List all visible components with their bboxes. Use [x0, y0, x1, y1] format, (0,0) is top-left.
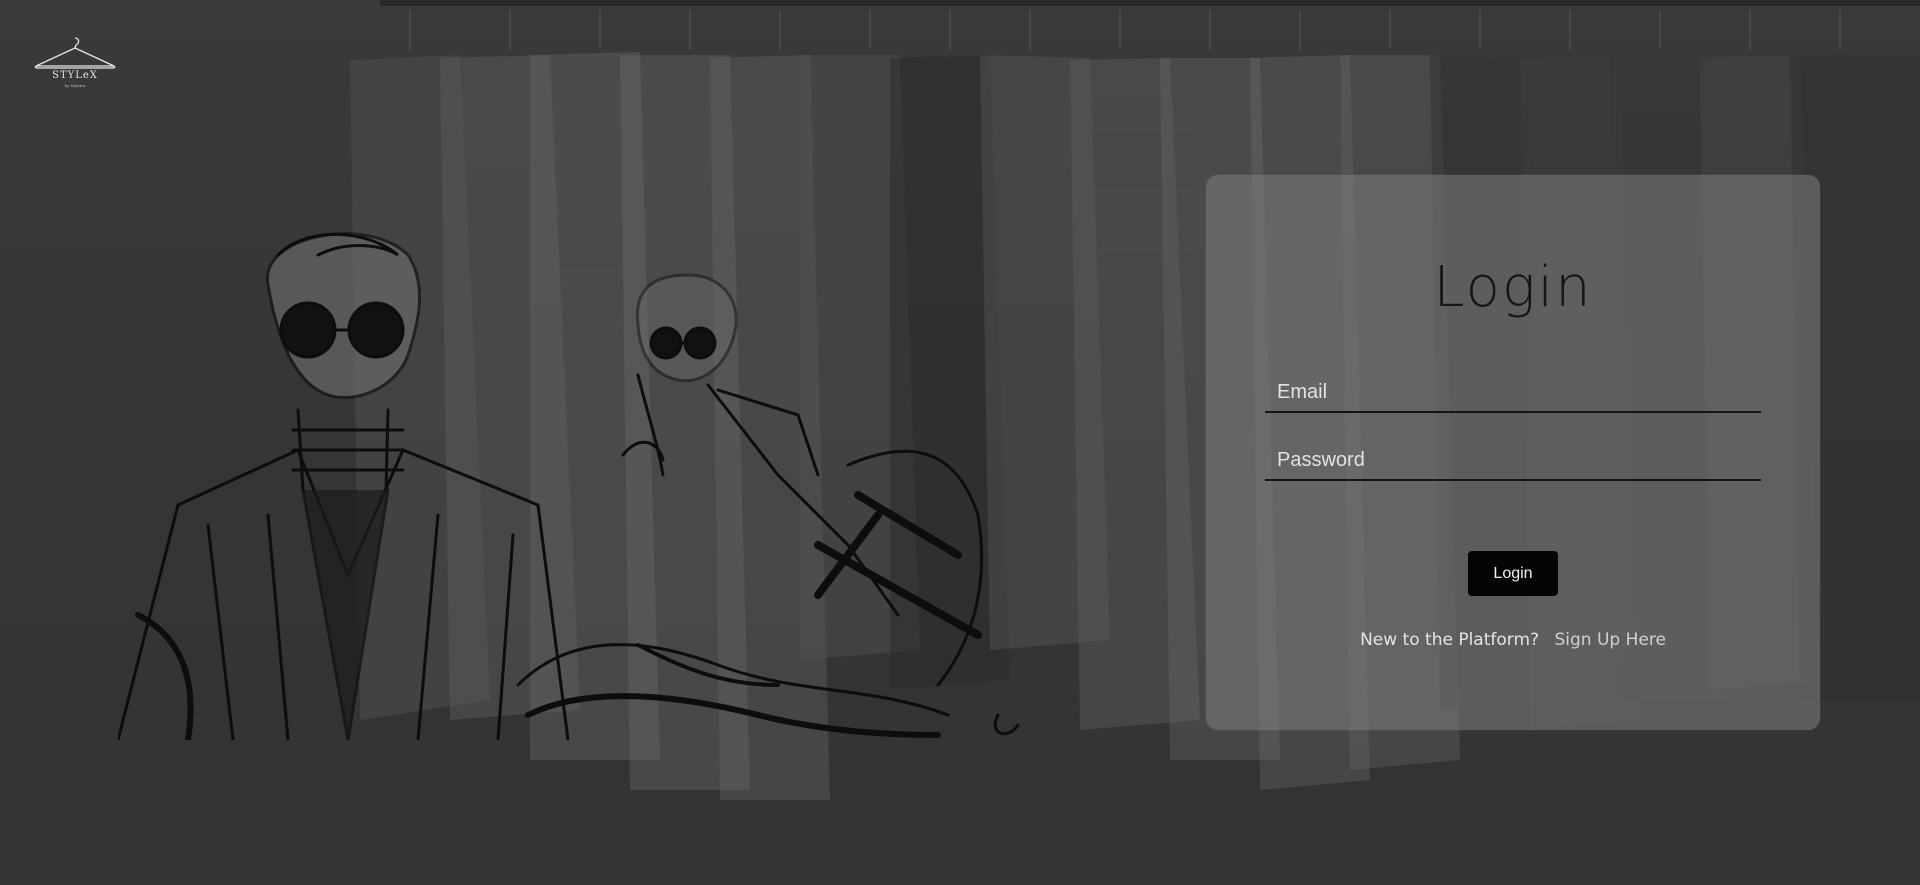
email-field[interactable]: [1265, 373, 1761, 413]
brand-logo[interactable]: STYLeX by Myntra: [30, 34, 120, 90]
signup-prompt: New to the Platform?: [1360, 630, 1540, 650]
login-title: Login: [1433, 255, 1593, 320]
logo-text: STYLeX: [52, 70, 98, 81]
login-page: STYLeX by Myntra Login Email Login New t…: [0, 0, 1920, 885]
signup-row: New to the Platform? Sign Up Here: [1206, 630, 1820, 650]
hanger-logo-icon: [34, 37, 116, 69]
signup-link[interactable]: Sign Up Here: [1554, 630, 1665, 650]
password-field[interactable]: [1265, 441, 1761, 481]
login-button[interactable]: Login: [1468, 551, 1558, 596]
logo-subtext: by Myntra: [64, 83, 86, 88]
login-card: Login Login New to the Platform? Sign Up…: [1206, 175, 1820, 730]
fashion-illustration: [118, 232, 1020, 740]
